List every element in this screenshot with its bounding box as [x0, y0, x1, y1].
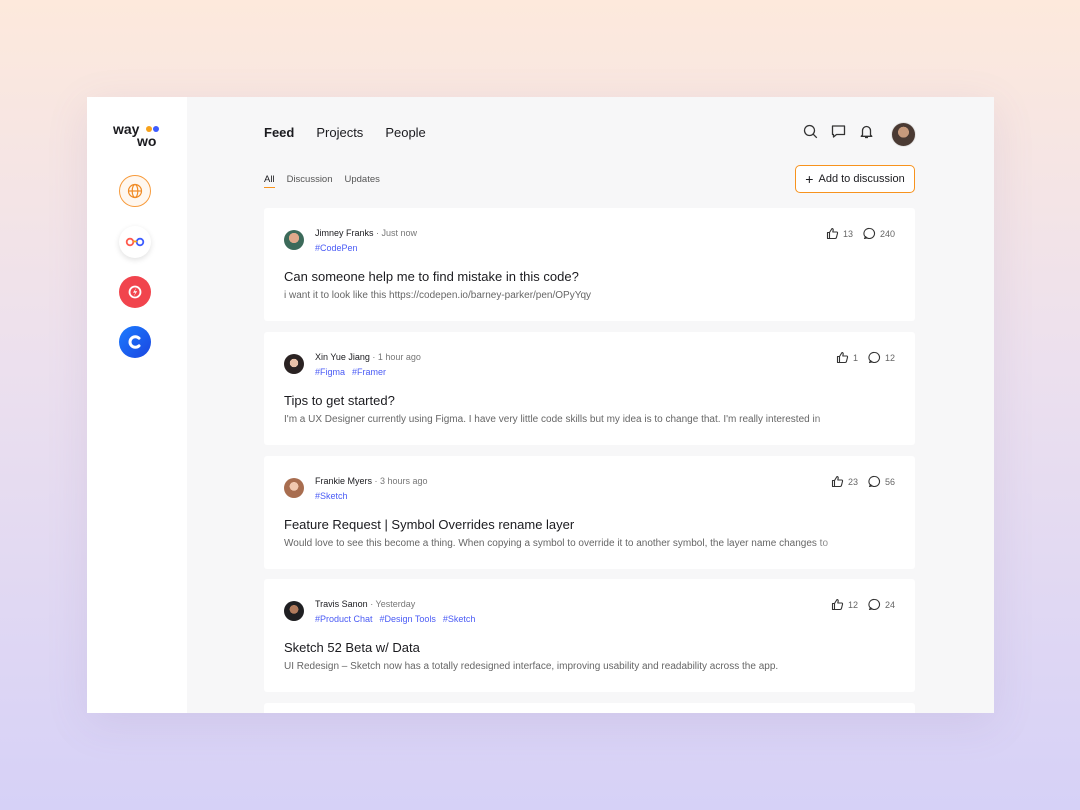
post-excerpt: Would love to see this become a thing. W…	[284, 538, 828, 549]
nav-people[interactable]: People	[385, 125, 425, 140]
top-nav: Feed Projects People	[264, 125, 426, 140]
post-stats: 13 240	[826, 227, 895, 240]
sidebar: way wo	[87, 97, 187, 713]
subtab-updates[interactable]: Updates	[345, 174, 380, 188]
comment-count: 12	[884, 352, 895, 363]
header-actions	[803, 124, 874, 139]
post-stats: 12 24	[831, 598, 895, 611]
post-meta: Frankie Myers · 3 hours ago	[315, 476, 428, 486]
add-to-discussion-button[interactable]: + Add to discussion	[795, 165, 915, 193]
thumbs-up-icon	[836, 351, 849, 364]
tag-link[interactable]: #Sketch	[315, 491, 348, 501]
logo-dot-blue	[153, 126, 159, 132]
post-tags: #Figma #Framer	[315, 367, 393, 377]
like-count: 23	[847, 476, 858, 487]
like-count: 12	[847, 599, 858, 610]
post-time: · Yesterday	[367, 599, 416, 609]
like-count: 13	[842, 228, 853, 239]
post-tags: #Product Chat #Design Tools #Sketch	[315, 614, 482, 624]
like-button[interactable]: 23	[831, 475, 858, 488]
post-title[interactable]: Can someone help me to find mistake in t…	[284, 269, 579, 284]
post-meta: Jimney Franks · Just now	[315, 228, 417, 238]
comment-icon	[863, 227, 876, 240]
nav-projects[interactable]: Projects	[316, 125, 363, 140]
post-time: · Just now	[373, 228, 418, 238]
post-title[interactable]: Sketch 52 Beta w/ Data	[284, 640, 420, 655]
user-avatar[interactable]	[891, 122, 916, 147]
logo[interactable]: way wo	[113, 121, 163, 149]
post-time: · 1 hour ago	[369, 352, 421, 362]
thumbs-up-icon	[831, 598, 844, 611]
post-card[interactable]: Travis Sanon · Yesterday #Product Chat #D…	[264, 579, 915, 692]
globe-icon	[127, 183, 143, 199]
like-button[interactable]: 13	[826, 227, 853, 240]
post-card[interactable]: Jimney Franks · Just now #CodePen Can so…	[264, 208, 915, 321]
author-name[interactable]: Travis Sanon	[315, 599, 368, 609]
tag-link[interactable]: #Design Tools	[380, 614, 436, 624]
feed-subtabs: All Discussion Updates	[264, 174, 380, 188]
logo-dot-orange	[146, 126, 152, 132]
plus-icon: +	[805, 170, 814, 187]
tag-link[interactable]: #Product Chat	[315, 614, 373, 624]
tag-link[interactable]: #Framer	[352, 367, 386, 377]
logo-text-line2: wo	[137, 133, 157, 149]
thumbs-up-icon	[831, 475, 844, 488]
author-avatar[interactable]	[284, 601, 304, 621]
like-button[interactable]: 1	[836, 351, 858, 364]
post-title[interactable]: Tips to get started?	[284, 393, 395, 408]
like-button[interactable]: 12	[831, 598, 858, 611]
post-excerpt: i want it to look like this https://code…	[284, 290, 592, 301]
tag-link[interactable]: #Figma	[315, 367, 345, 377]
glasses-icon	[125, 237, 145, 247]
post-card[interactable]: Xin Yue Jiang · 1 hour ago #Figma #Framer…	[264, 332, 915, 445]
sidebar-app-globe[interactable]	[119, 175, 151, 207]
red-app-icon	[128, 285, 142, 299]
comment-count: 240	[879, 228, 895, 239]
nav-feed[interactable]: Feed	[264, 125, 294, 140]
like-count: 1	[852, 352, 858, 363]
comment-button[interactable]: 56	[868, 475, 895, 488]
c-app-icon	[128, 335, 141, 349]
tag-link[interactable]: #Sketch	[443, 614, 476, 624]
post-tags: #Sketch	[315, 491, 355, 501]
post-excerpt: UI Redesign – Sketch now has a totally r…	[284, 661, 779, 672]
author-avatar[interactable]	[284, 354, 304, 374]
post-meta: Xin Yue Jiang · 1 hour ago	[315, 352, 421, 362]
thumbs-up-icon	[826, 227, 839, 240]
comment-icon	[868, 351, 881, 364]
chat-icon[interactable]	[831, 124, 846, 139]
comment-count: 56	[884, 476, 895, 487]
post-stats: 1 12	[836, 351, 895, 364]
post-card[interactable]: Frankie Myers · 3 hours ago #Sketch Feat…	[264, 456, 915, 569]
comment-icon	[868, 598, 881, 611]
search-icon[interactable]	[803, 124, 818, 139]
author-name[interactable]: Frankie Myers	[315, 476, 372, 486]
tag-link[interactable]: #CodePen	[315, 243, 358, 253]
post-excerpt: I'm a UX Designer currently using Figma.…	[284, 414, 821, 425]
post-stats: 23 56	[831, 475, 895, 488]
post-meta: Travis Sanon · Yesterday	[315, 599, 415, 609]
app-window: way wo Feed Projects People All Discussi…	[87, 97, 994, 713]
post-time: · 3 hours ago	[372, 476, 428, 486]
comment-icon	[868, 475, 881, 488]
add-to-discussion-label: Add to discussion	[818, 173, 905, 185]
author-avatar[interactable]	[284, 478, 304, 498]
post-tags: #CodePen	[315, 243, 365, 253]
post-card-partial[interactable]	[264, 703, 915, 713]
subtab-all[interactable]: All	[264, 174, 275, 188]
comment-button[interactable]: 240	[863, 227, 895, 240]
sidebar-app-glasses[interactable]	[119, 226, 151, 258]
sidebar-app-c[interactable]	[119, 326, 151, 358]
bell-icon[interactable]	[859, 124, 874, 139]
comment-button[interactable]: 12	[868, 351, 895, 364]
sidebar-app-red[interactable]	[119, 276, 151, 308]
comment-count: 24	[884, 599, 895, 610]
comment-button[interactable]: 24	[868, 598, 895, 611]
author-avatar[interactable]	[284, 230, 304, 250]
post-title[interactable]: Feature Request | Symbol Overrides renam…	[284, 517, 574, 532]
author-name[interactable]: Xin Yue Jiang	[315, 352, 370, 362]
author-name[interactable]: Jimney Franks	[315, 228, 374, 238]
subtab-discussion[interactable]: Discussion	[287, 174, 333, 188]
logo-text-line1: way	[113, 121, 140, 137]
